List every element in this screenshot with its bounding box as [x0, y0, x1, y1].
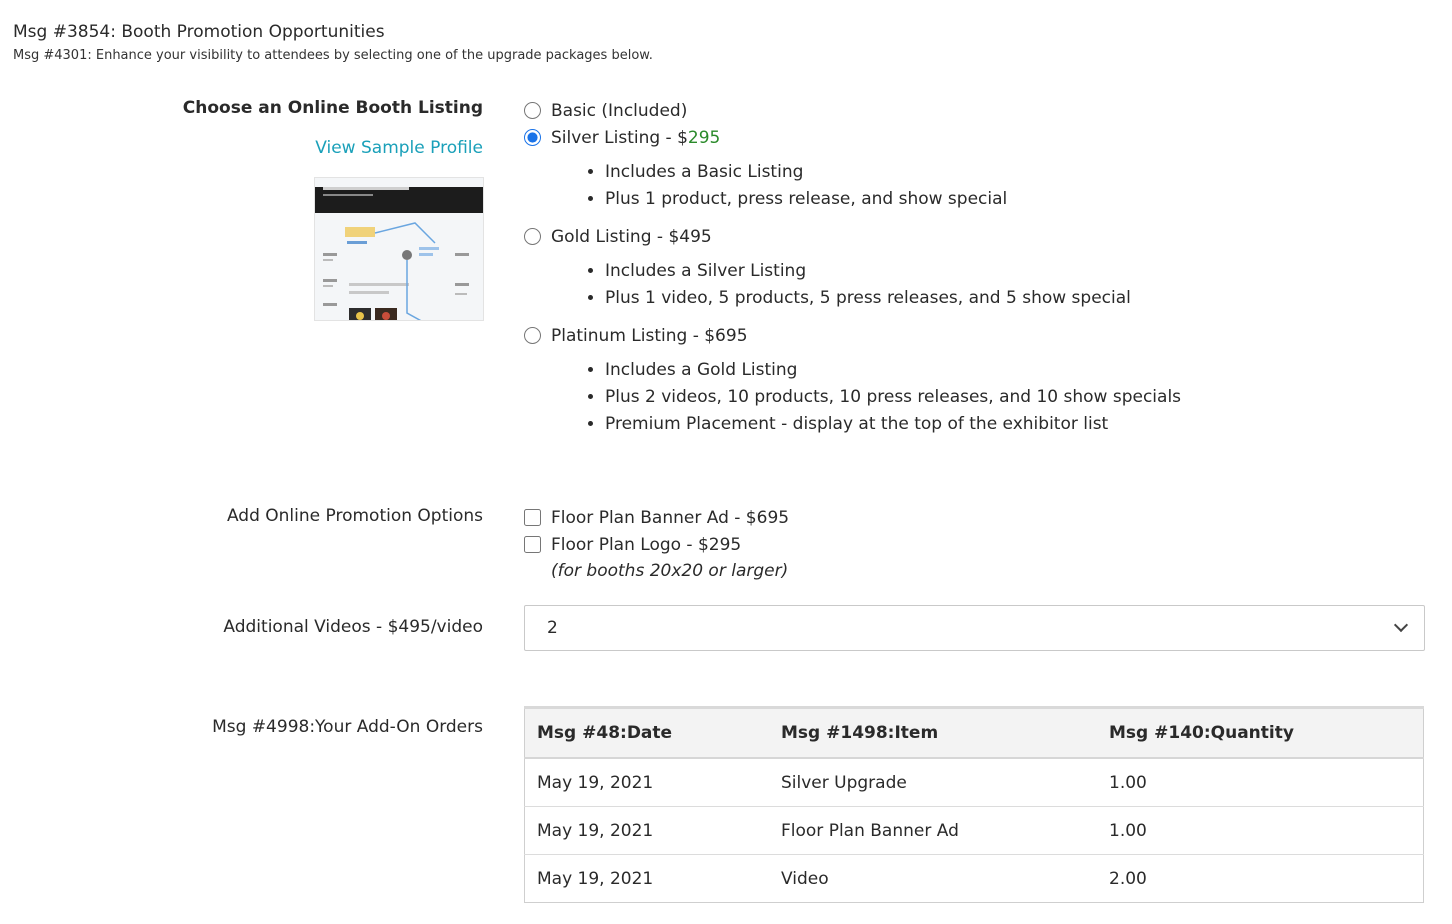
- logo-label: Floor Plan Logo - $295: [551, 534, 742, 555]
- listing-section-label: Choose an Online Booth Listing: [182, 98, 483, 118]
- list-item: Plus 1 video, 5 products, 5 press releas…: [605, 285, 1181, 312]
- listing-option-basic[interactable]: Basic (Included): [524, 97, 1181, 124]
- page-header: Msg #3854: Booth Promotion Opportunities…: [13, 20, 653, 68]
- list-item: Plus 1 product, press release, and show …: [605, 186, 1181, 213]
- table-row: May 19, 2021 Silver Upgrade 1.00: [524, 757, 1424, 807]
- list-item: Includes a Gold Listing: [605, 357, 1181, 384]
- radio-gold[interactable]: [524, 228, 541, 245]
- platinum-features: Includes a Gold Listing Plus 2 videos, 1…: [524, 357, 1181, 438]
- promotion-section-label: Add Online Promotion Options: [226, 506, 483, 526]
- column-header-item: Msg #1498:Item: [769, 706, 1097, 759]
- list-item: Includes a Silver Listing: [605, 258, 1181, 285]
- silver-price: 295: [687, 127, 721, 148]
- silver-features: Includes a Basic Listing Plus 1 product,…: [524, 159, 1181, 213]
- thumbnail-header: [315, 187, 483, 213]
- additional-videos-value: 2: [547, 618, 558, 638]
- order-quantity: 1.00: [1097, 806, 1424, 855]
- listing-options: Basic (Included) Silver Listing - $295 I…: [524, 97, 1181, 448]
- orders-section-label: Msg #4998:Your Add-On Orders: [212, 717, 483, 737]
- order-date: May 19, 2021: [524, 806, 769, 855]
- promotion-option-logo[interactable]: Floor Plan Logo - $295: [524, 531, 789, 558]
- listing-option-silver-label: Silver Listing - $: [551, 127, 688, 148]
- order-item: Video: [769, 854, 1097, 903]
- list-item: Includes a Basic Listing: [605, 159, 1181, 186]
- table-header-row: Msg #48:Date Msg #1498:Item Msg #140:Qua…: [524, 706, 1424, 759]
- chevron-down-icon: [1393, 617, 1409, 633]
- booth-size-note: (for booths 20x20 or larger): [551, 561, 789, 581]
- listing-option-basic-label: Basic (Included): [551, 100, 688, 121]
- listing-option-gold-label: Gold Listing - $495: [551, 226, 712, 247]
- column-header-date: Msg #48:Date: [524, 706, 769, 759]
- sample-profile-thumbnail[interactable]: [315, 178, 483, 320]
- order-item: Floor Plan Banner Ad: [769, 806, 1097, 855]
- listing-option-platinum[interactable]: Platinum Listing - $695: [524, 322, 1181, 349]
- banner-ad-label: Floor Plan Banner Ad - $695: [551, 507, 790, 528]
- listing-option-platinum-label: Platinum Listing - $695: [551, 325, 748, 346]
- listing-option-silver[interactable]: Silver Listing - $295: [524, 124, 1181, 151]
- radio-silver[interactable]: [524, 129, 541, 146]
- radio-platinum[interactable]: [524, 327, 541, 344]
- banner-ad-checkbox[interactable]: [524, 509, 541, 526]
- order-quantity: 1.00: [1097, 757, 1424, 807]
- list-item: Premium Placement - display at the top o…: [605, 411, 1181, 438]
- order-item: Silver Upgrade: [769, 757, 1097, 807]
- table-row: May 19, 2021 Floor Plan Banner Ad 1.00: [524, 806, 1424, 855]
- logo-checkbox[interactable]: [524, 536, 541, 553]
- order-date: May 19, 2021: [524, 854, 769, 903]
- page-title: Msg #3854: Booth Promotion Opportunities: [13, 22, 385, 42]
- gold-features: Includes a Silver Listing Plus 1 video, …: [524, 258, 1181, 312]
- listing-option-gold[interactable]: Gold Listing - $495: [524, 223, 1181, 250]
- promotion-options: Floor Plan Banner Ad - $695 Floor Plan L…: [524, 504, 789, 585]
- order-quantity: 2.00: [1097, 854, 1424, 903]
- add-on-orders-table: Msg #48:Date Msg #1498:Item Msg #140:Qua…: [524, 706, 1424, 903]
- thumbnail-preview-image: [323, 222, 469, 320]
- promotion-option-banner-ad[interactable]: Floor Plan Banner Ad - $695: [524, 504, 789, 531]
- page-subtitle: Msg #4301: Enhance your visibility to at…: [13, 48, 653, 63]
- column-header-quantity: Msg #140:Quantity: [1097, 706, 1424, 759]
- list-item: Plus 2 videos, 10 products, 10 press rel…: [605, 384, 1181, 411]
- table-row: May 19, 2021 Video 2.00: [524, 854, 1424, 903]
- additional-videos-select[interactable]: 2: [524, 605, 1425, 651]
- radio-basic[interactable]: [524, 102, 541, 119]
- order-date: May 19, 2021: [524, 757, 769, 807]
- videos-section-label: Additional Videos - $495/video: [223, 617, 483, 637]
- view-sample-profile-link[interactable]: View Sample Profile: [315, 138, 483, 158]
